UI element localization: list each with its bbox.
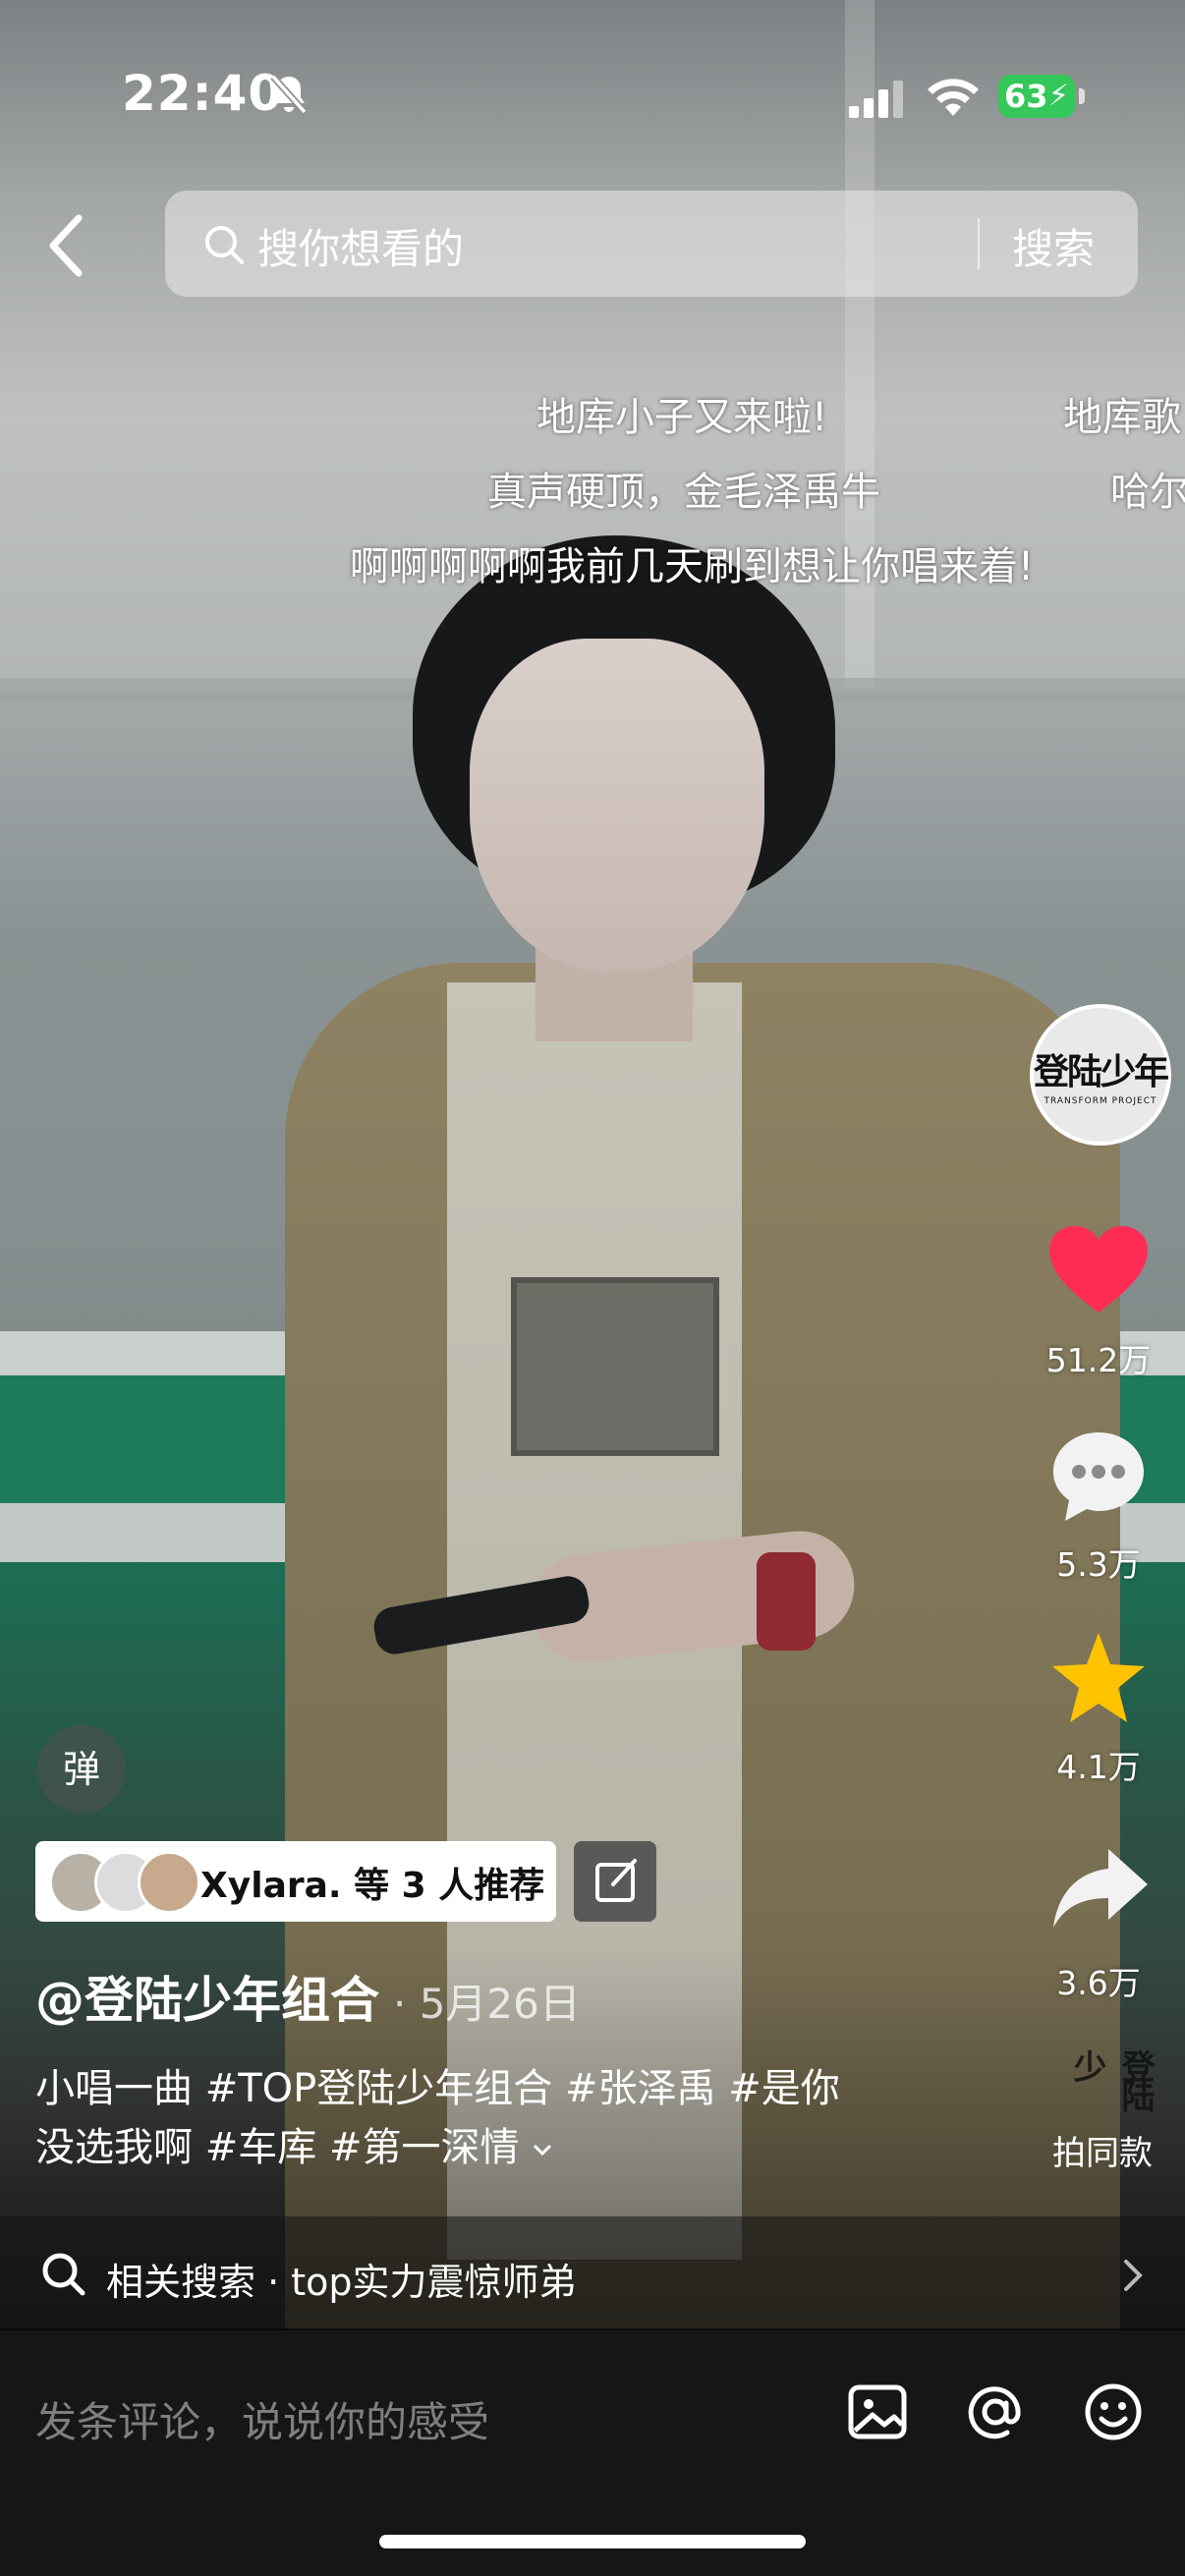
favorite-count: 4.1万 bbox=[1056, 1748, 1141, 1786]
danmaku-comment: 哈尔 bbox=[1110, 470, 1185, 515]
search-divider bbox=[978, 218, 980, 269]
author-name[interactable]: @登陆少年组合 bbox=[35, 1961, 379, 2032]
back-button[interactable] bbox=[39, 206, 98, 285]
emoji-icon[interactable] bbox=[1079, 2378, 1148, 2446]
search-icon bbox=[42, 2253, 85, 2296]
search-icon bbox=[205, 226, 244, 264]
creator-avatar-subtext: TRANSFORM PROJECT bbox=[1044, 1096, 1157, 1106]
recommend-text: Xylara. 等 3 人推荐 bbox=[200, 1866, 545, 1906]
comment-input[interactable]: 发条评论，说说你的感受 bbox=[35, 2389, 489, 2449]
caption-line-2: 没选我啊 #车库 #第一深情 bbox=[35, 2118, 920, 2177]
home-indicator[interactable] bbox=[379, 2535, 806, 2548]
danmaku-comment: 真声硬顶，金毛泽禹牛 bbox=[487, 470, 880, 515]
post-date: · 5月26日 bbox=[393, 1980, 581, 2028]
danmaku-comment: 地库歌 bbox=[1063, 395, 1181, 440]
at-mention-icon[interactable] bbox=[961, 2378, 1030, 2446]
chevron-down-icon[interactable] bbox=[532, 2139, 553, 2160]
recommend-chip[interactable]: Xylara. 等 3 人推荐 bbox=[35, 1841, 556, 1922]
avatar bbox=[138, 1851, 200, 1914]
caption-line: 没选我啊 #车库 #第一深情 bbox=[35, 2125, 520, 2170]
battery-level: 63 bbox=[1004, 78, 1048, 115]
wifi-icon bbox=[928, 79, 979, 116]
image-icon[interactable] bbox=[843, 2378, 912, 2446]
related-search-text[interactable]: 相关搜索 · top实力震惊师弟 bbox=[106, 2252, 577, 2306]
tshirt-print bbox=[511, 1277, 719, 1456]
bell-off-icon bbox=[270, 74, 308, 115]
creator-avatar-text: 登陆少年 bbox=[1034, 1052, 1169, 1092]
charging-bolt-icon: ⚡ bbox=[1047, 79, 1069, 113]
comment-bubble-icon[interactable] bbox=[1047, 1427, 1150, 1529]
video-caption[interactable]: 小唱一曲 #TOP登陆少年组合 #张泽禹 #是你 没选我啊 #车库 #第一深情 bbox=[35, 2059, 920, 2177]
danmaku-comment: 地库小子又来啦! bbox=[536, 395, 828, 440]
share-arrow-icon[interactable] bbox=[1051, 1847, 1150, 1930]
favorite-star-icon[interactable] bbox=[1049, 1631, 1148, 1725]
creator-avatar[interactable]: 登陆少年 TRANSFORM PROJECT bbox=[1030, 1004, 1171, 1146]
danmaku-comment: 啊啊啊啊啊我前几天刷到想让你唱来着! bbox=[350, 544, 1035, 589]
battery-cap bbox=[1079, 88, 1085, 104]
battery-indicator: 63 ⚡ bbox=[998, 75, 1075, 118]
person-face bbox=[470, 639, 764, 973]
danmaku-toggle-button[interactable]: 弹 bbox=[37, 1725, 126, 1814]
status-time: 22:40 bbox=[122, 65, 284, 122]
share-count: 3.6万 bbox=[1056, 1964, 1141, 2002]
cellular-signal-icon bbox=[849, 81, 903, 118]
caption-line: 小唱一曲 #TOP登陆少年组合 #张泽禹 #是你 bbox=[35, 2066, 840, 2111]
like-count: 51.2万 bbox=[1045, 1341, 1152, 1379]
same-style-thumbnail[interactable]: 登陆少 bbox=[1051, 2049, 1159, 2128]
like-heart-icon[interactable] bbox=[1047, 1224, 1150, 1315]
search-button[interactable]: 搜索 bbox=[1012, 216, 1095, 276]
same-style-button[interactable]: 拍同款 bbox=[1044, 2126, 1161, 2174]
chevron-right-icon[interactable] bbox=[1118, 2258, 1148, 2293]
edit-note-button[interactable] bbox=[574, 1841, 656, 1922]
comment-count: 5.3万 bbox=[1056, 1545, 1141, 1584]
wrist-watch bbox=[757, 1552, 816, 1651]
search-placeholder: 搜你想看的 bbox=[257, 225, 465, 273]
